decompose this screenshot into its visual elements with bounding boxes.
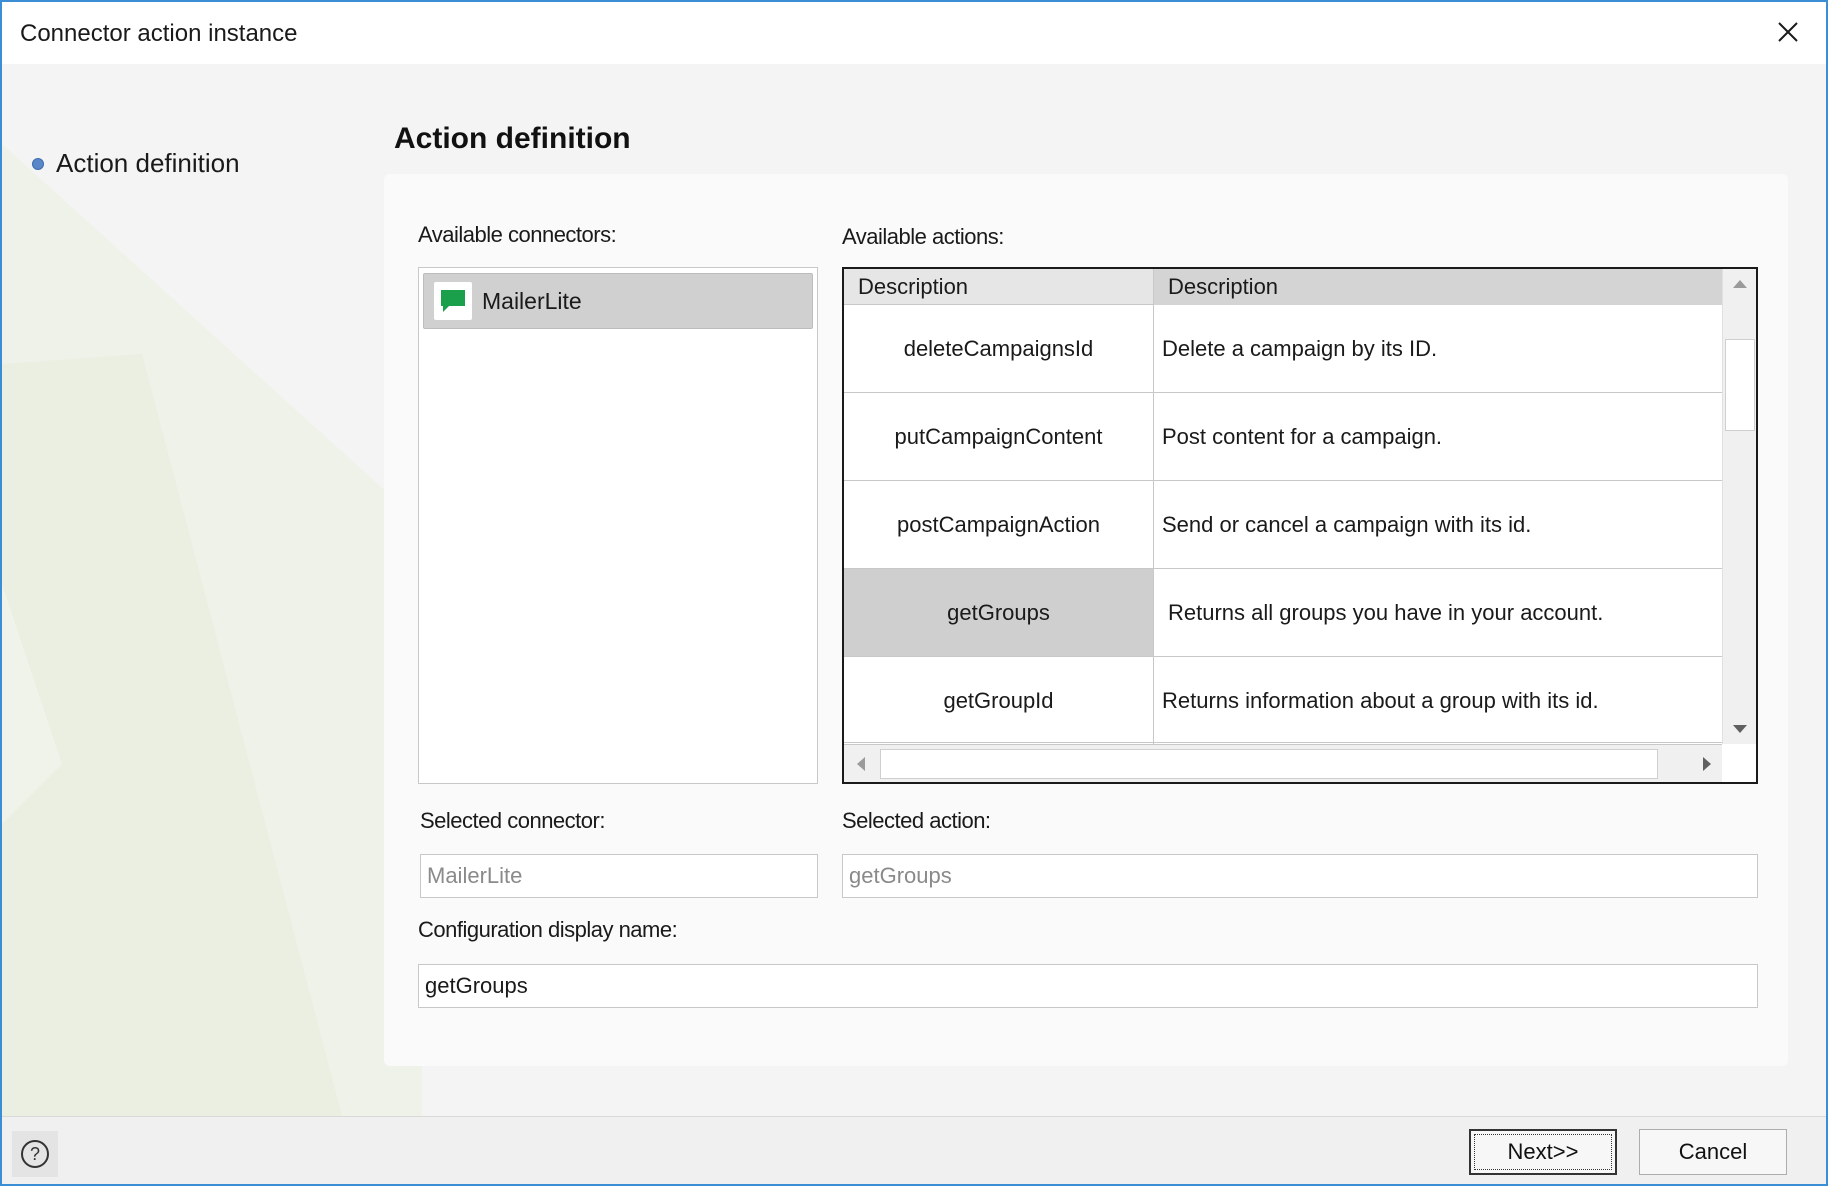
vertical-scroll-thumb[interactable] bbox=[1725, 339, 1755, 431]
available-connectors-label: Available connectors: bbox=[418, 222, 617, 247]
triangle-left-icon bbox=[857, 757, 865, 771]
table-row-selected[interactable]: getGroups Returns all groups you have in… bbox=[844, 569, 1724, 657]
config-display-name-label: Configuration display name: bbox=[418, 917, 678, 942]
table-row[interactable]: deleteCampaignsId Delete a campaign by i… bbox=[844, 305, 1724, 393]
vertical-scrollbar[interactable] bbox=[1722, 269, 1756, 744]
background-decoration bbox=[2, 144, 422, 1116]
step-bullet-icon bbox=[32, 157, 44, 170]
connectors-list[interactable]: MailerLite bbox=[418, 267, 818, 784]
step-item-action-definition: Action definition bbox=[32, 148, 240, 179]
close-icon bbox=[1778, 22, 1798, 42]
table-row[interactable]: getGroupId Returns information about a g… bbox=[844, 657, 1724, 744]
action-name: postCampaignAction bbox=[844, 481, 1154, 568]
selected-connector-field: MailerLite bbox=[420, 854, 818, 898]
action-name: getGroupId bbox=[844, 657, 1154, 744]
connector-action-dialog: Connector action instance Action definit… bbox=[0, 0, 1828, 1186]
horizontal-scrollbar[interactable] bbox=[844, 744, 1724, 782]
action-description: Send or cancel a campaign with its id. bbox=[1162, 511, 1532, 537]
next-button[interactable]: Next>> bbox=[1469, 1129, 1617, 1175]
cancel-button-label: Cancel bbox=[1678, 1139, 1748, 1164]
connector-item-mailerlite[interactable]: MailerLite bbox=[423, 273, 813, 329]
selected-action-label: Selected action: bbox=[842, 808, 991, 833]
focus-rect bbox=[1474, 1134, 1612, 1170]
table-row[interactable]: postCampaignAction Send or cancel a camp… bbox=[844, 481, 1724, 569]
chat-bubble-icon bbox=[434, 282, 472, 320]
scroll-up-button[interactable] bbox=[1723, 269, 1757, 299]
scroll-down-button[interactable] bbox=[1723, 714, 1757, 744]
dialog-footer: ? Next>> Cancel bbox=[2, 1117, 1826, 1184]
actions-table[interactable]: Description Description deleteCampaignsI… bbox=[842, 267, 1758, 784]
selected-connector-label: Selected connector: bbox=[420, 808, 605, 833]
triangle-down-icon bbox=[1733, 725, 1747, 733]
connector-name: MailerLite bbox=[482, 287, 582, 314]
page-title: Action definition bbox=[394, 122, 631, 155]
column-header-name[interactable]: Description bbox=[844, 269, 1154, 305]
selected-action-field: getGroups bbox=[842, 854, 1758, 898]
action-name: getGroups bbox=[844, 569, 1154, 656]
column-header-description[interactable]: Description bbox=[1154, 269, 1724, 305]
action-name: deleteCampaignsId bbox=[844, 305, 1154, 392]
action-description: Delete a campaign by its ID. bbox=[1162, 335, 1438, 361]
step-label: Action definition bbox=[56, 148, 240, 178]
horizontal-scroll-thumb[interactable] bbox=[880, 749, 1658, 779]
title-bar: Connector action instance bbox=[2, 2, 1826, 64]
scrollbar-corner bbox=[1722, 744, 1756, 782]
action-description: Returns all groups you have in your acco… bbox=[1168, 599, 1604, 625]
action-description: Returns information about a group with i… bbox=[1162, 687, 1599, 713]
table-row[interactable]: putCampaignContent Post content for a ca… bbox=[844, 393, 1724, 481]
cancel-button[interactable]: Cancel bbox=[1639, 1129, 1787, 1175]
help-button[interactable]: ? bbox=[12, 1131, 58, 1177]
scroll-left-button[interactable] bbox=[844, 745, 878, 783]
help-icon: ? bbox=[21, 1140, 49, 1168]
action-name: putCampaignContent bbox=[844, 393, 1154, 480]
action-description: Post content for a campaign. bbox=[1162, 423, 1443, 449]
table-header: Description Description bbox=[844, 269, 1724, 305]
window-title: Connector action instance bbox=[20, 20, 298, 47]
available-actions-label: Available actions: bbox=[842, 224, 1004, 249]
close-button[interactable] bbox=[1764, 8, 1812, 56]
triangle-right-icon bbox=[1703, 757, 1711, 771]
config-display-name-input[interactable]: getGroups bbox=[418, 964, 1758, 1008]
triangle-up-icon bbox=[1733, 280, 1747, 288]
scroll-right-button[interactable] bbox=[1690, 745, 1724, 783]
